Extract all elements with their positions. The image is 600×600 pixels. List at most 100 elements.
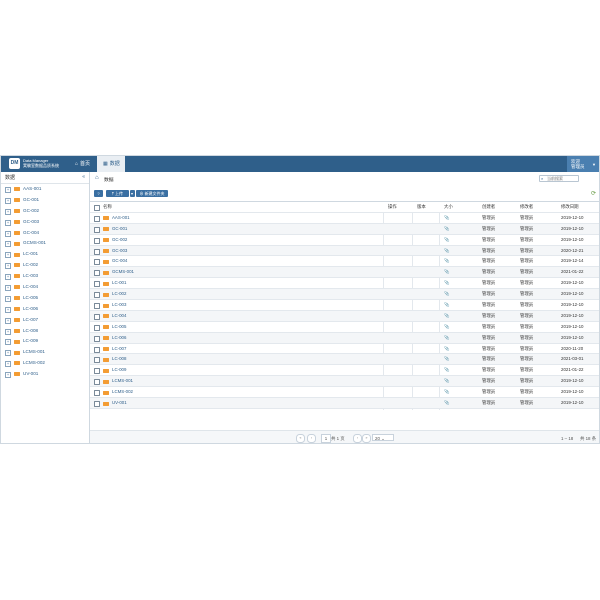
expand-icon[interactable]: + [5, 263, 11, 270]
row-checkbox[interactable] [94, 324, 100, 331]
file-name-link[interactable]: LC-008 [112, 354, 126, 364]
table-row[interactable]: LC-007 📎 管理员 管理员 2020-11-20 [90, 344, 599, 355]
sidebar-item[interactable]: + LCMS-001 [1, 347, 89, 358]
expand-icon[interactable]: + [5, 187, 11, 193]
sidebar-item[interactable]: + LC-005 [1, 293, 89, 304]
expand-icon[interactable]: + [5, 197, 11, 204]
sidebar-item[interactable]: + LC-007 [1, 315, 89, 326]
paperclip-icon[interactable]: 📎 [444, 278, 449, 288]
row-checkbox[interactable] [94, 292, 100, 299]
expand-icon[interactable]: + [5, 361, 11, 368]
table-row[interactable]: AAS-001 📎 管理员 管理员 2019-12-10 [90, 213, 599, 224]
file-name-link[interactable]: AAS-001 [112, 213, 130, 223]
file-name-link[interactable]: LCMS-001 [112, 376, 133, 386]
table-row[interactable]: GC-001 📎 管理员 管理员 2019-12-10 [90, 223, 599, 235]
row-checkbox[interactable] [94, 390, 100, 397]
search-input[interactable] [539, 175, 579, 182]
expand-icon[interactable]: + [5, 350, 11, 357]
table-row[interactable]: GC-002 📎 管理员 管理员 2019-12-10 [90, 235, 599, 246]
table-row[interactable]: LC-005 📎 管理员 管理员 2019-12-10 [90, 322, 599, 333]
sidebar-item[interactable]: + LC-002 [1, 260, 89, 271]
expand-icon[interactable]: + [5, 274, 11, 281]
upload-dropdown-button[interactable]: ▾ [129, 190, 135, 197]
table-row[interactable]: UV-001 📎 管理员 管理员 2019-12-10 [90, 398, 599, 409]
help-button[interactable]: ? [94, 190, 103, 197]
file-name-link[interactable]: LC-002 [112, 289, 126, 299]
paperclip-icon[interactable]: 📎 [444, 300, 449, 310]
row-checkbox[interactable] [94, 401, 100, 408]
collapse-sidebar-button[interactable]: « [82, 174, 85, 180]
expand-icon[interactable]: + [5, 252, 11, 259]
user-menu-button[interactable]: 欢迎 管理员 ▼ [567, 156, 599, 172]
file-name-link[interactable]: GC-002 [112, 235, 127, 245]
file-name-link[interactable]: GC-001 [112, 224, 127, 234]
paperclip-icon[interactable]: 📎 [444, 344, 449, 354]
expand-icon[interactable]: + [5, 241, 11, 248]
table-row[interactable]: GC-003 📎 管理员 管理员 2020-12-21 [90, 245, 599, 257]
row-checkbox[interactable] [94, 368, 100, 375]
sidebar-item[interactable]: + UV-001 [1, 369, 89, 380]
row-checkbox[interactable] [94, 270, 100, 277]
paperclip-icon[interactable]: 📎 [444, 311, 449, 321]
column-header-version[interactable]: 版本 [417, 202, 426, 212]
row-checkbox[interactable] [94, 248, 100, 255]
column-header-modified-date[interactable]: 修改日期 [561, 202, 579, 212]
sidebar-item[interactable]: + GC-003 [1, 217, 89, 228]
tab-data[interactable]: ▦ 数据 [97, 156, 125, 172]
table-row[interactable]: LC-004 📎 管理员 管理员 2019-12-10 [90, 310, 599, 322]
new-folder-button[interactable]: ⊕ 新建文件夹 [136, 190, 168, 197]
paperclip-icon[interactable]: 📎 [444, 398, 449, 408]
table-row[interactable]: LC-008 📎 管理员 管理员 2021-03-01 [90, 354, 599, 366]
page-size-select[interactable]: 20 ⌄ [372, 434, 394, 441]
prev-page-button[interactable]: ‹ [307, 434, 316, 443]
table-row[interactable]: GC-004 📎 管理员 管理员 2019-12-14 [90, 256, 599, 268]
sidebar-item[interactable]: + GCMS-001 [1, 238, 89, 249]
expand-icon[interactable]: + [5, 208, 11, 215]
paperclip-icon[interactable]: 📎 [444, 246, 449, 256]
file-name-link[interactable]: LC-003 [112, 300, 126, 310]
row-checkbox[interactable] [94, 259, 100, 266]
expand-icon[interactable]: + [5, 295, 11, 302]
next-page-button[interactable]: › [353, 434, 362, 443]
file-name-link[interactable]: LC-006 [112, 333, 126, 343]
paperclip-icon[interactable]: 📎 [444, 224, 449, 234]
expand-icon[interactable]: + [5, 339, 11, 346]
row-checkbox[interactable] [94, 357, 100, 364]
expand-icon[interactable]: + [5, 230, 11, 237]
file-name-link[interactable]: GC-004 [112, 256, 127, 266]
select-all-checkbox[interactable] [94, 205, 100, 211]
row-checkbox[interactable] [94, 303, 100, 310]
paperclip-icon[interactable]: 📎 [444, 365, 449, 375]
column-header-size[interactable]: 大小 [444, 202, 453, 212]
table-row[interactable]: LCMS-001 📎 管理员 管理员 2019-12-10 [90, 376, 599, 388]
file-name-link[interactable]: GC-003 [112, 246, 127, 256]
table-row[interactable]: LC-006 📎 管理员 管理员 2019-12-10 [90, 332, 599, 344]
sidebar-item[interactable]: + LC-003 [1, 271, 89, 282]
upload-button[interactable]: ⤒ 上传 [106, 190, 129, 197]
row-checkbox[interactable] [94, 237, 100, 244]
last-page-button[interactable]: » [362, 434, 371, 443]
file-name-link[interactable]: GCMS-001 [112, 267, 134, 277]
paperclip-icon[interactable]: 📎 [444, 322, 449, 332]
sidebar-item[interactable]: + LC-001 [1, 249, 89, 260]
home-icon[interactable]: ⌂ [95, 175, 99, 181]
row-checkbox[interactable] [94, 379, 100, 386]
file-name-link[interactable]: UV-001 [112, 398, 127, 408]
refresh-icon[interactable]: ⟳ [591, 190, 596, 197]
row-checkbox[interactable] [94, 346, 100, 353]
page-number-input[interactable]: 1 [321, 434, 331, 443]
sidebar-item[interactable]: + GC-004 [1, 228, 89, 239]
paperclip-icon[interactable]: 📎 [444, 354, 449, 364]
row-checkbox[interactable] [94, 313, 100, 320]
file-name-link[interactable]: LC-004 [112, 311, 126, 321]
expand-icon[interactable]: + [5, 219, 11, 226]
paperclip-icon[interactable]: 📎 [444, 376, 449, 386]
sidebar-item[interactable]: + GC-001 [1, 195, 89, 206]
column-header-creator[interactable]: 创建者 [482, 202, 495, 212]
sidebar-item[interactable]: + GC-002 [1, 206, 89, 217]
file-name-link[interactable]: LC-005 [112, 322, 126, 332]
file-name-link[interactable]: LC-007 [112, 344, 126, 354]
expand-icon[interactable]: + [5, 317, 11, 324]
table-row[interactable]: LC-002 📎 管理员 管理员 2019-12-10 [90, 289, 599, 301]
paperclip-icon[interactable]: 📎 [444, 333, 449, 343]
